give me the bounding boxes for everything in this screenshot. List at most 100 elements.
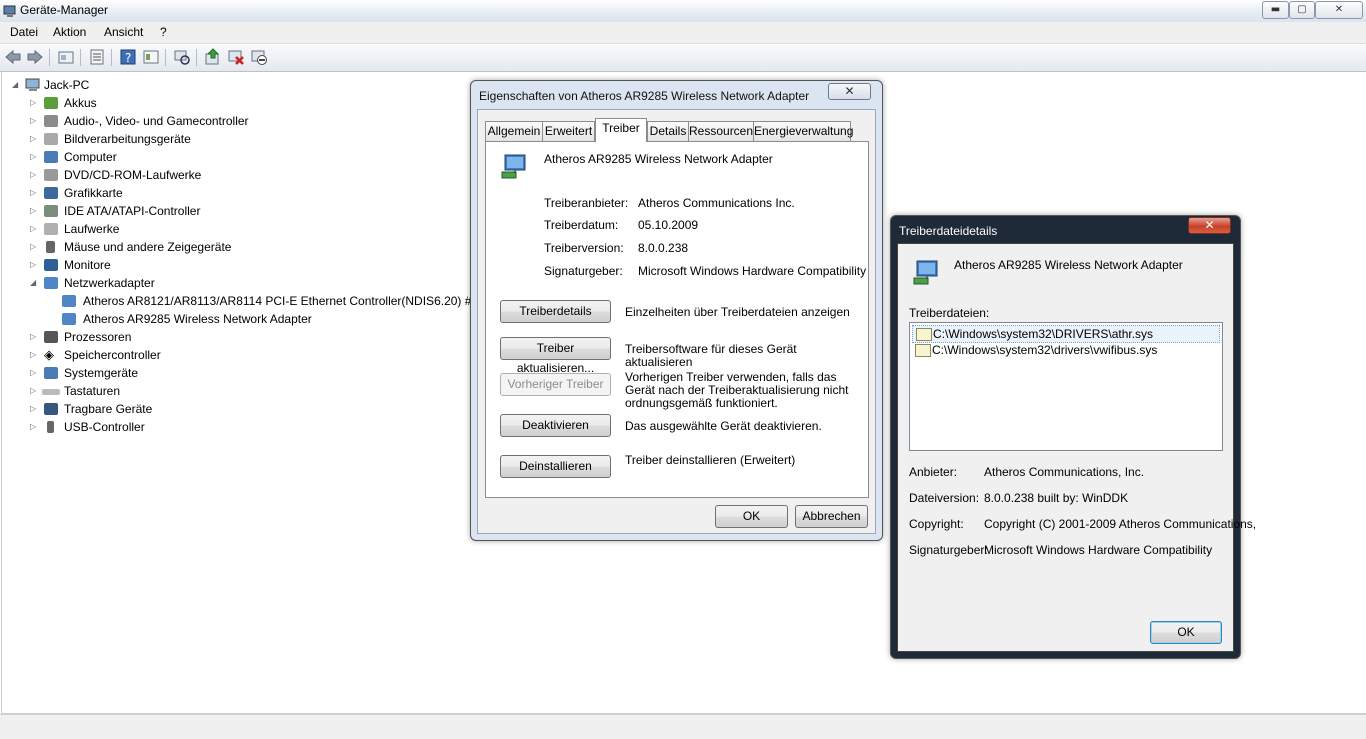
network-adapter-icon [501,154,526,179]
portable-device-icon [44,403,58,415]
tree-root-label: Jack-PC [44,78,90,92]
provider-value: Atheros Communications, Inc. [984,465,1145,479]
network-adapter-icon [62,295,76,307]
driver-files-label: Treiberdateien: [909,306,990,320]
disc-drive-icon [44,169,58,181]
expand-icon[interactable]: ▷ [30,364,36,382]
uninstall-button[interactable]: Deinstallieren [500,455,611,478]
tree-node-label: IDE ATA/ATAPI-Controller [64,204,201,218]
tab-details[interactable]: Details [647,121,689,141]
tree-node-label: USB-Controller [64,420,145,434]
network-adapter-icon [913,260,938,285]
status-bar [0,714,1366,739]
list-item[interactable]: C:\Windows\system32\drivers\vwifibus.sys [912,342,1218,358]
file-icon [916,328,932,341]
copyright-value: Copyright (C) 2001-2009 Atheros Communic… [984,517,1257,531]
expand-icon[interactable]: ▷ [30,202,36,220]
expand-icon[interactable]: ▷ [30,400,36,418]
tree-node-label: Grafikkarte [64,186,123,200]
expand-icon[interactable]: ▷ [30,148,36,166]
info-label: Treiberanbieter: [544,196,629,210]
info-label: Treiberdatum: [544,218,619,232]
tab-energieverwaltung[interactable]: Energieverwaltung [753,121,853,141]
computer-icon [25,78,40,91]
tree-node-label: Audio-, Video- und Gamecontroller [64,114,249,128]
expand-icon[interactable]: ▷ [30,112,36,130]
dialog-title: Treiberdateidetails [899,224,998,238]
update-driver-button[interactable]: Treiber aktualisieren... [500,337,611,375]
driver-date-value: 05.10.2009 [638,218,699,232]
driver-file-details-dialog: Treiberdateidetails ✕ Atheros AR9285 Wir… [890,215,1256,659]
tree-node-label: Computer [64,150,117,164]
roll-back-driver-button[interactable]: Vorheriger Treiber [500,373,611,396]
camera-icon [44,133,58,145]
tree-node-label: Tragbare Geräte [64,402,153,416]
tree-node-label: Akkus [64,96,97,110]
detail-label: Copyright: [909,517,964,531]
action-description: Vorherigen Treiber verwenden, falls das … [625,370,849,410]
expand-icon[interactable]: ▷ [30,220,36,238]
minimize-button[interactable]: ▬ [1262,1,1289,19]
tree-node-label: Systemgeräte [64,366,139,380]
close-button[interactable]: ✕ [1315,1,1363,19]
dialog-body: Allgemein Erweitert Treiber Details Ress… [477,109,876,534]
device-name: Atheros AR9285 Wireless Network Adapter [544,152,773,166]
cancel-button[interactable]: Abbrechen [795,505,868,528]
ok-button[interactable]: OK [1150,621,1222,644]
tab-allgemein[interactable]: Allgemein [485,121,543,141]
digital-signer-value: Microsoft Windows Hardware Compatibility [984,543,1213,557]
expand-icon[interactable]: ▷ [30,94,36,112]
digital-signer-value: Microsoft Windows Hardware Compatibility [638,264,867,278]
action-description: Einzelheiten über Treiberdateien anzeige… [625,305,850,319]
tree-node-label: Monitore [64,258,111,272]
tree-node-label: Atheros AR8121/AR8113/AR8114 PCI-E Ether… [83,294,479,308]
driver-provider-value: Atheros Communications Inc. [638,196,795,210]
display-adapter-icon [44,187,58,199]
info-label: Signaturgeber: [544,264,623,278]
properties-dialog: Eigenschaften von Atheros AR9285 Wireles… [470,80,883,541]
storage-controller-icon: ◈ [44,347,54,362]
expand-icon[interactable]: ▷ [30,184,36,202]
disable-button[interactable]: Deaktivieren [500,414,611,437]
tab-ressourcen[interactable]: Ressourcen [688,121,754,141]
tab-treiber[interactable]: Treiber [595,118,647,142]
tab-erweitert[interactable]: Erweitert [542,121,595,141]
file-icon [915,344,931,357]
processor-icon [44,331,58,343]
expand-icon[interactable]: ▷ [30,130,36,148]
detail-label: Anbieter: [909,465,958,479]
dialog-close-button[interactable]: ✕ [828,83,871,100]
ide-controller-icon [44,205,58,217]
dialog-body: Atheros AR9285 Wireless Network Adapter … [897,243,1256,652]
ok-button[interactable]: OK [715,505,788,528]
expand-icon[interactable]: ▷ [30,256,36,274]
expand-icon[interactable]: ▷ [30,328,36,346]
dialog-close-button[interactable]: ✕ [1188,217,1231,234]
tree-node-label: Tastaturen [64,384,121,398]
keyboard-icon [42,389,60,395]
collapse-icon[interactable]: ◢ [30,274,36,292]
driver-files-list[interactable]: C:\Windows\system32\DRIVERS\athr.sys C:\… [909,322,1223,451]
list-item[interactable]: C:\Windows\system32\DRIVERS\athr.sys [912,325,1220,343]
action-description: Das ausgewählte Gerät deaktivieren. [625,419,822,433]
expand-icon[interactable]: ▷ [30,382,36,400]
expand-icon[interactable]: ▷ [30,346,36,364]
expand-icon[interactable]: ▷ [30,166,36,184]
speaker-icon [44,115,58,127]
disk-drive-icon [44,223,58,235]
network-adapter-icon [44,277,58,289]
network-adapter-icon [62,313,76,325]
dialog-title: Eigenschaften von Atheros AR9285 Wireles… [479,89,810,103]
file-version-value: 8.0.0.238 built by: WinDDK [984,491,1129,505]
usb-icon [47,421,54,433]
collapse-icon[interactable]: ◢ [12,76,18,94]
system-device-icon [44,367,58,379]
file-path: C:\Windows\system32\drivers\vwifibus.sys [932,343,1158,357]
maximize-button[interactable]: ▢ [1289,1,1315,19]
expand-icon[interactable]: ▷ [30,418,36,436]
action-description: Treibersoftware für dieses Gerät aktuali… [625,342,797,369]
driver-version-value: 8.0.0.238 [638,241,689,255]
expand-icon[interactable]: ▷ [30,238,36,256]
driver-details-button[interactable]: Treiberdetails [500,300,611,323]
detail-label: Signaturgeber: [909,543,988,557]
